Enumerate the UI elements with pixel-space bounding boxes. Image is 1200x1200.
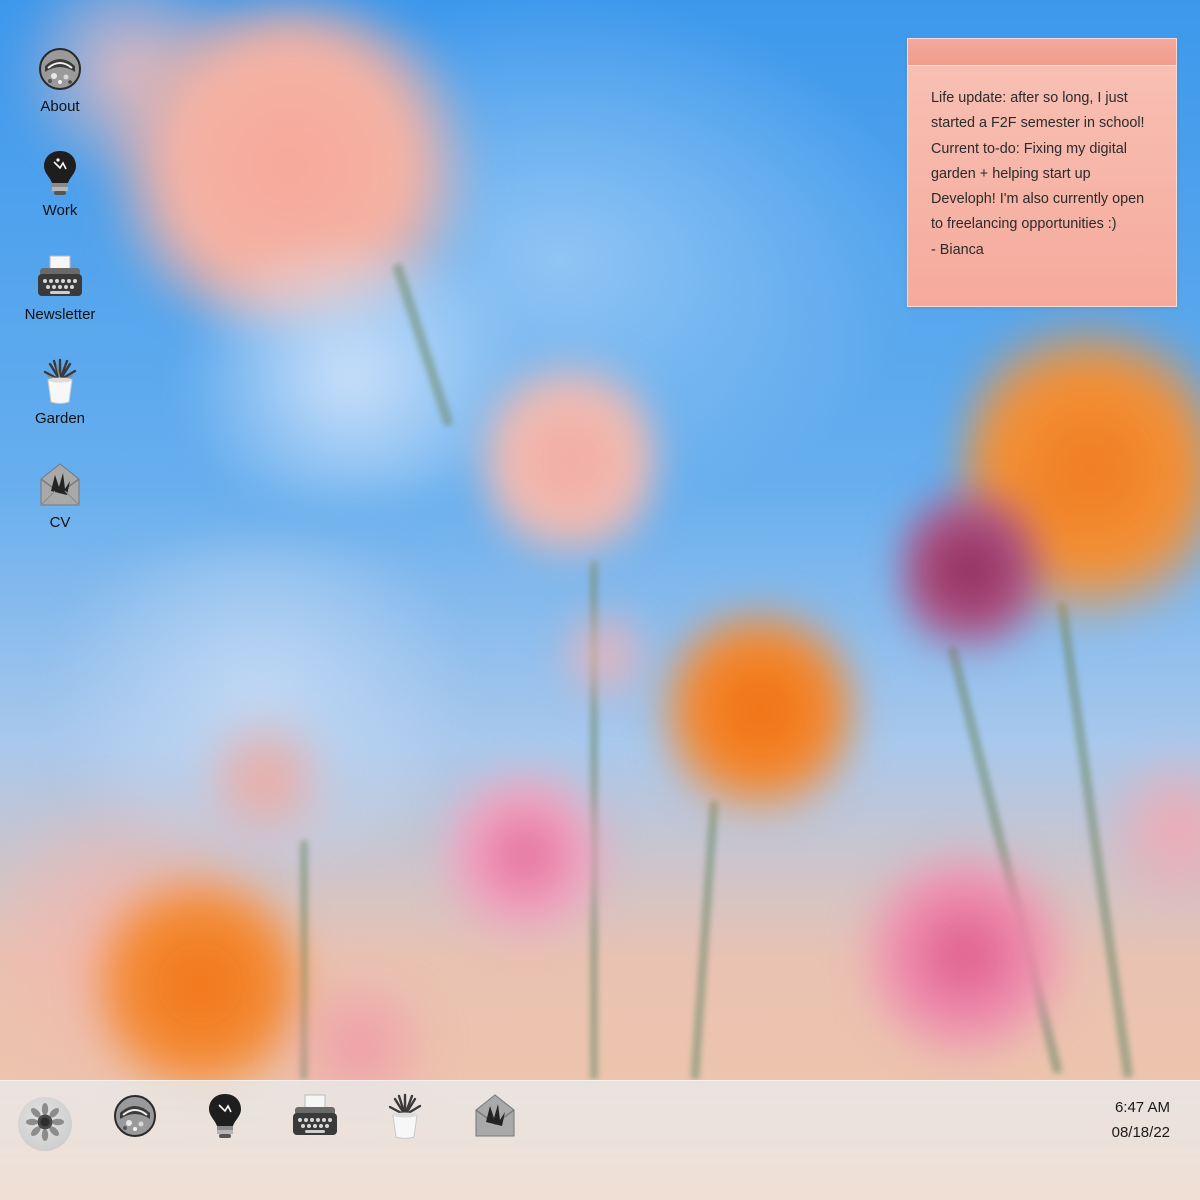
desktop-icon-label: Garden [34, 410, 86, 427]
desktop-icon-about[interactable]: About [14, 44, 106, 140]
sticky-note-text: Life update: after so long, I just start… [908, 66, 1176, 263]
sticky-note[interactable]: Life update: after so long, I just start… [907, 38, 1177, 307]
sticky-note-line: garden + helping start up [931, 165, 1091, 182]
desktop-icon-newsletter[interactable]: Newsletter [14, 252, 106, 348]
taskbar-item-garden[interactable] [380, 1093, 430, 1143]
typewriter-icon [291, 1093, 339, 1144]
taskbar-item-about[interactable] [110, 1093, 160, 1143]
sticky-note-line: Life update: after so long, I just [931, 90, 1128, 106]
astronaut-helmet-icon [35, 44, 85, 94]
taskbar: 6:47 AM 08/18/22 [0, 1080, 1200, 1200]
clock-time: 6:47 AM [1114, 1099, 1170, 1116]
desktop-icon-label: Work [42, 202, 78, 219]
sticky-note-line: to freelancing opportunities :) [931, 216, 1117, 233]
start-button[interactable] [18, 1097, 72, 1151]
sticky-note-line: Current to-do: Fixing my digital [931, 140, 1127, 157]
desktop-icon-cv[interactable]: CV [14, 460, 106, 556]
desktop-icon-work[interactable]: Work [14, 148, 106, 244]
desktop-icon-label: CV [49, 514, 71, 531]
desktop-icon-label: Newsletter [24, 306, 96, 323]
desktop-icon-label: About [40, 98, 80, 115]
taskbar-item-work[interactable] [200, 1093, 250, 1143]
potted-plant-icon [382, 1091, 428, 1146]
potted-plant-icon [35, 356, 85, 406]
taskbar-clock[interactable]: 6:47 AM 08/18/22 [1112, 1095, 1170, 1145]
typewriter-icon [35, 252, 85, 302]
clock-date: 08/18/22 [1111, 1124, 1170, 1141]
taskbar-item-newsletter[interactable] [290, 1093, 340, 1143]
envelope-icon [35, 460, 85, 510]
sticky-note-line: started a F2F semester in school! [931, 115, 1145, 132]
sticky-note-line: - Bianca [931, 241, 984, 258]
taskbar-item-cv[interactable] [470, 1093, 520, 1143]
astronaut-helmet-icon [112, 1093, 158, 1144]
sunflower-icon [25, 1102, 65, 1147]
desktop-icon-garden[interactable]: Garden [14, 356, 106, 452]
sticky-note-line: Developh! I'm also currently open [931, 191, 1145, 208]
sticky-note-title-bar[interactable] [908, 39, 1176, 66]
lightbulb-icon [35, 148, 85, 198]
envelope-icon [472, 1092, 518, 1145]
lightbulb-icon [202, 1091, 248, 1146]
